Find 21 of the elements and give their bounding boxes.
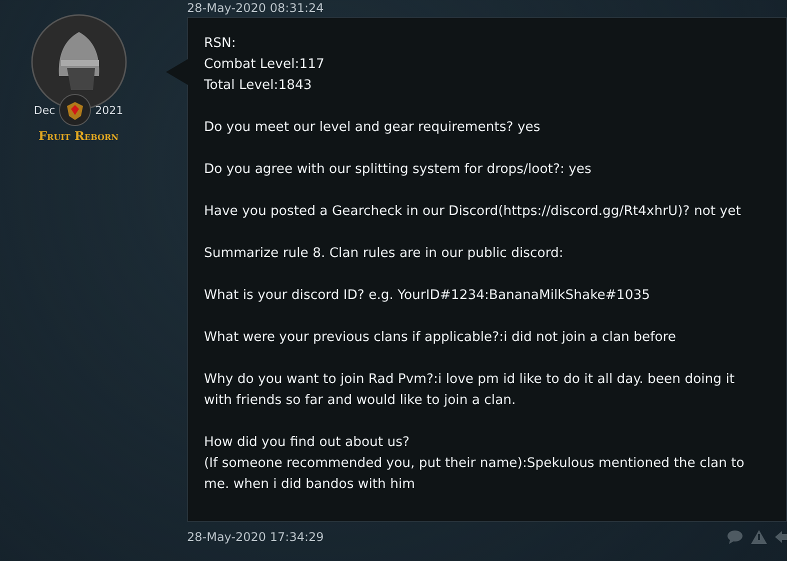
post-timestamp: 28-May-2020 08:31:24 — [187, 1, 325, 15]
post-text-line: How did you find out about us? — [204, 434, 410, 452]
post-text-line: RSN: — [204, 35, 237, 53]
speech-bubble-icon[interactable] — [727, 530, 743, 544]
post-text-line: Total Level:1843 — [204, 77, 313, 95]
post-timestamp: 28-May-2020 17:34:29 — [187, 530, 324, 544]
post-text-line: Why do you want to join Rad Pvm?:i love pm id like to do it all day. been doing it with friends so far and would like to join a clan. — [204, 371, 736, 410]
post-text-line: What is your discord ID? e.g. YourID#1234:BananaMilkShake#1035 — [204, 287, 651, 305]
warning-icon[interactable] — [751, 530, 767, 544]
author-name-link[interactable]: Fruit Reborn — [38, 129, 118, 143]
post-text-line: Do you meet our level and gear requirements? yes — [204, 119, 542, 137]
join-month: Dec — [34, 104, 56, 116]
post-text-line: Have you posted a Gearcheck in our Discord(https://discord.gg/Rt4xhrU)? not yet — [204, 203, 742, 221]
rank-badge-icon — [59, 94, 92, 126]
post-text-line: (If someone recommended you, put their name):Spekulous mentioned the clan to me. when i did bandos with him — [204, 455, 746, 494]
post-text-line: Summarize rule 8. Clan rules are in our public discord: — [204, 245, 564, 263]
post-text-line: Do you agree with our splitting system for drops/loot?: yes — [204, 161, 592, 179]
post-text-line: What were your previous clans if applicable?:i did not join a clan before — [204, 329, 678, 347]
join-year: 2021 — [95, 104, 124, 116]
post-text-line: Combat Level:117 — [204, 56, 326, 74]
reply-arrow-icon[interactable] — [775, 530, 787, 544]
